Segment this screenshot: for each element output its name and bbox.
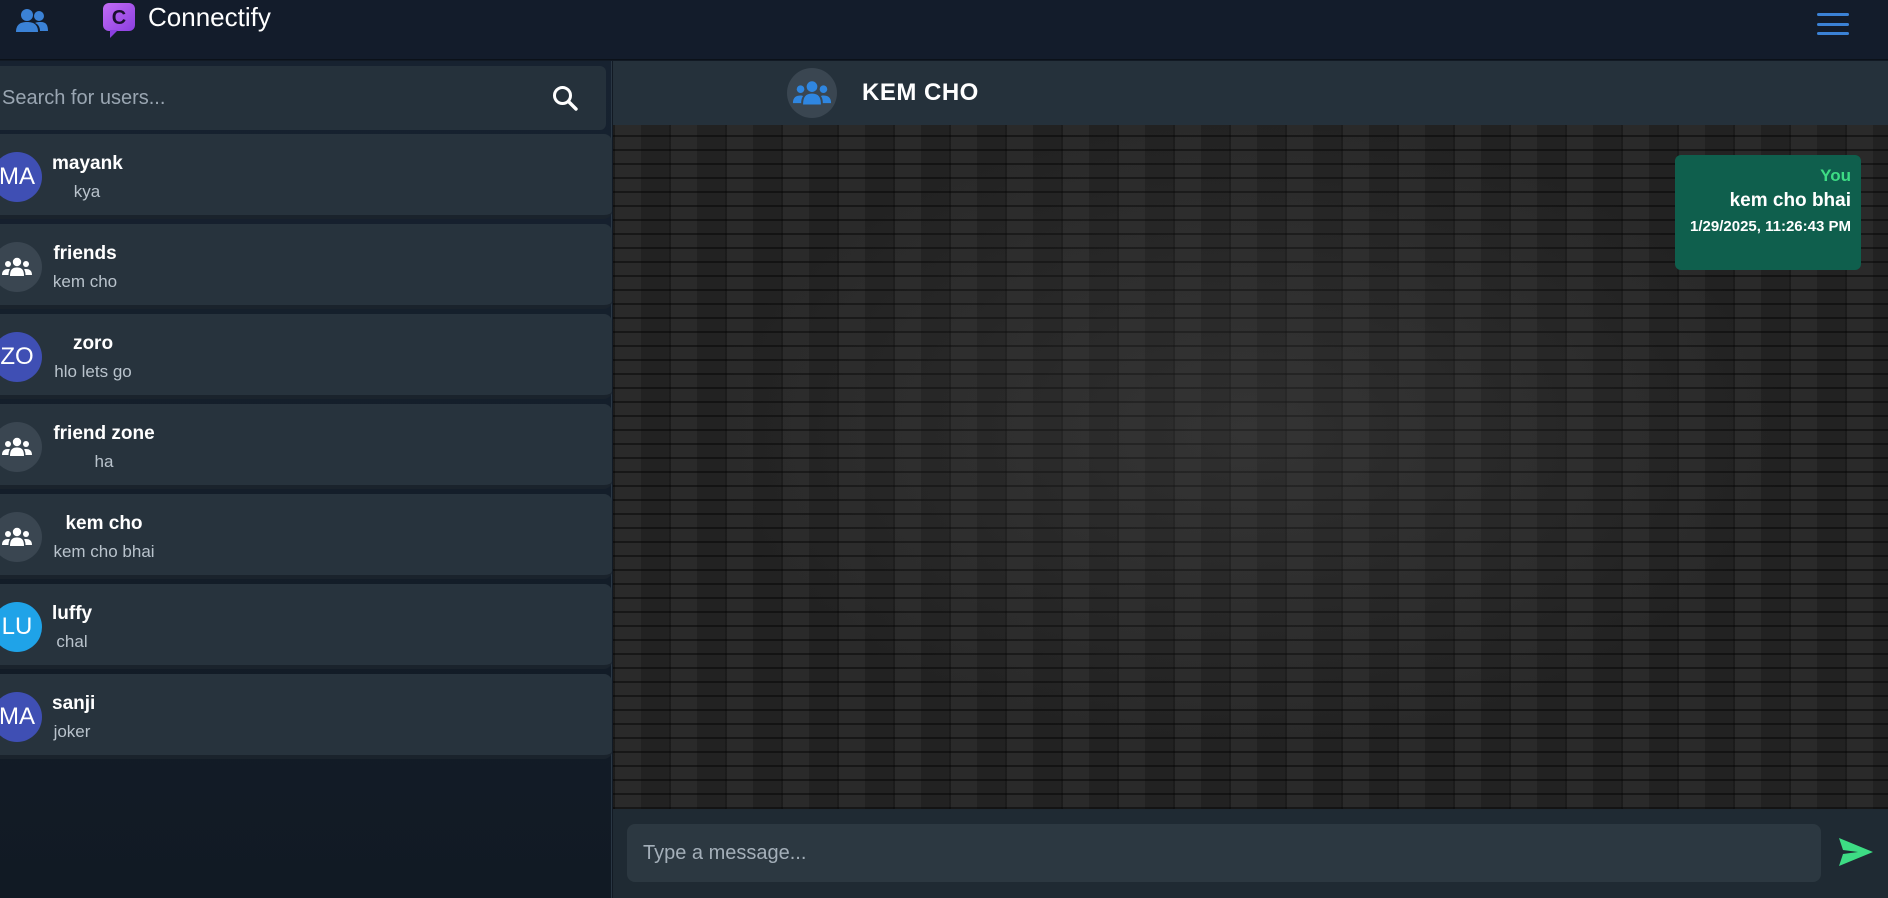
chat-last-message: hlo lets go (54, 362, 132, 381)
send-button[interactable] (1836, 833, 1876, 871)
chat-list-item[interactable]: MA sanji joker (0, 674, 612, 759)
chat-last-message: kem cho (52, 272, 118, 291)
search-button[interactable] (550, 83, 580, 113)
chat-title: KEM CHO (862, 79, 979, 106)
chat-name: friends (53, 243, 117, 264)
chat-name: zoro (72, 333, 114, 354)
hamburger-menu-icon (1817, 13, 1849, 16)
chat-list-item[interactable]: LU luffy chal (0, 584, 612, 669)
message-sender: You (1820, 166, 1851, 185)
chat-list-item[interactable]: friends kem cho (0, 224, 612, 309)
message-composer (613, 809, 1888, 898)
app-title: Connectify (148, 2, 271, 32)
avatar: LU (0, 602, 42, 652)
group-icon (2, 437, 32, 456)
chat-name: kem cho (65, 513, 143, 534)
group-icon (792, 81, 832, 105)
users-button[interactable] (14, 6, 50, 36)
avatar: ZO (0, 332, 42, 382)
message-text: kem cho bhai (1729, 190, 1851, 211)
chat-last-message: joker (53, 722, 91, 741)
avatar: MA (0, 152, 42, 202)
search-icon (553, 86, 578, 111)
chat-name: friend zone (53, 423, 155, 444)
group-icon (2, 527, 32, 546)
chat-list-item[interactable]: friend zone ha (0, 404, 612, 489)
message-timestamp: 1/29/2025, 11:26:43 PM (1690, 218, 1851, 235)
chat-last-message: ha (94, 452, 114, 471)
chat-last-message: kem cho bhai (53, 542, 155, 561)
group-icon (2, 257, 32, 276)
avatar (0, 242, 42, 292)
chat-list-item[interactable]: ZO zoro hlo lets go (0, 314, 612, 399)
svg-text:C: C (112, 7, 126, 29)
chat-last-message: chal (56, 632, 88, 651)
message-area[interactable]: You kem cho bhai 1/29/2025, 11:26:43 PM (613, 125, 1888, 809)
users-icon (16, 9, 48, 32)
avatar (0, 422, 42, 472)
chat-name: luffy (52, 603, 93, 624)
message-input[interactable] (627, 824, 1821, 882)
chat-name: mayank (52, 153, 123, 174)
send-icon (1839, 838, 1873, 866)
sidebar: MA mayank kya friends kem cho ZO zoro hl… (0, 61, 612, 898)
top-navbar: C Connectify (0, 0, 1888, 60)
avatar: MA (0, 692, 42, 742)
chat-name: sanji (52, 693, 96, 714)
chat-list-item[interactable]: MA mayank kya (0, 134, 612, 219)
chat-header-avatar[interactable] (787, 68, 837, 118)
chat-pane: KEM CHO You kem cho bhai 1/29/2025, 11:2… (613, 61, 1888, 898)
search-input[interactable] (0, 66, 520, 130)
chat-header: KEM CHO (613, 61, 1888, 125)
message-bubble: You kem cho bhai 1/29/2025, 11:26:43 PM (1675, 155, 1861, 270)
avatar (0, 512, 42, 562)
hamburger-menu-button[interactable] (1816, 10, 1850, 38)
chat-list-item[interactable]: kem cho kem cho bhai (0, 494, 612, 579)
chat-last-message: kya (73, 182, 101, 201)
search-bar (0, 66, 606, 130)
app-logo[interactable]: C (102, 2, 136, 38)
